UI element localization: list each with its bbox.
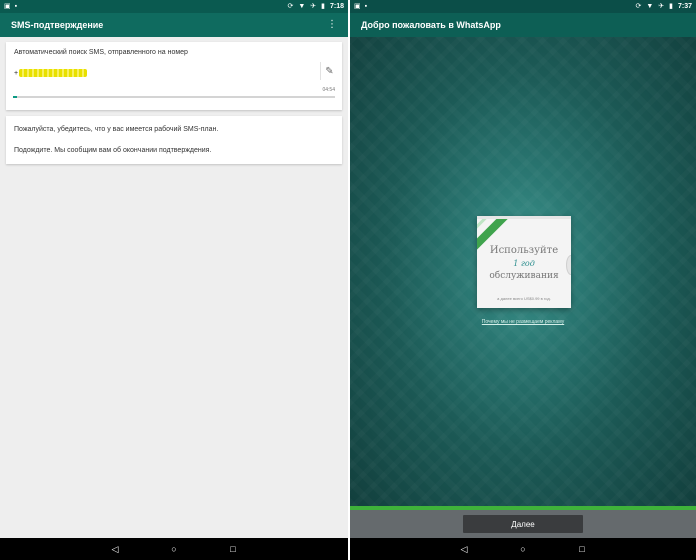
next-button[interactable]: Далее <box>463 515 583 533</box>
progress-fill <box>13 96 17 98</box>
promo-line2: 1 год <box>513 259 535 268</box>
airplane-icon: ✈ <box>658 3 665 10</box>
phone-number: + <box>14 68 88 78</box>
box-flap <box>566 255 571 275</box>
nav-bar: ◁ ○ □ <box>350 538 696 560</box>
status-bar: ▣ ▪ ⟳ ▼ ✈ ▮ 7:37 <box>350 0 696 13</box>
message-icon: ▪ <box>364 3 368 10</box>
wifi-icon: ▼ <box>646 3 654 10</box>
app-bar: SMS-подтверждение ⋮ <box>0 13 348 37</box>
app-bar: Добро пожаловать в WhatsApp <box>350 13 696 37</box>
page-title: SMS-подтверждение <box>11 20 104 30</box>
promo-line3: обслуживания <box>489 271 559 281</box>
info-card: Пожалуйста, убедитесь, что у вас имеется… <box>6 116 342 164</box>
promo-price: а далее всего US$0.99 в год. <box>497 296 551 301</box>
sync-icon: ⟳ <box>287 3 294 10</box>
nav-bar: ◁ ○ □ <box>0 538 348 560</box>
promo-line1: Используйте <box>489 245 559 256</box>
recents-icon[interactable]: □ <box>227 544 239 554</box>
page-title: Добро пожаловать в WhatsApp <box>361 20 501 30</box>
wait-text: Подождите. Мы сообщим вам об окончании п… <box>14 147 212 154</box>
status-bar: ▣ ▪ ⟳ ▼ ✈ ▮ 7:18 <box>0 0 348 13</box>
status-time: 7:37 <box>677 3 692 10</box>
home-icon[interactable]: ○ <box>168 544 180 554</box>
back-icon[interactable]: ◁ <box>458 544 470 554</box>
bottom-panel: Далее <box>350 510 696 538</box>
sms-verification-screen: ▣ ▪ ⟳ ▼ ✈ ▮ 7:18 SMS-подтверждение ⋮ Авт… <box>0 0 348 560</box>
no-ads-link[interactable]: Почему мы не размещаем рекламу <box>350 319 696 325</box>
notification-icon: ▣ <box>4 3 11 10</box>
welcome-screen: ▣ ▪ ⟳ ▼ ✈ ▮ 7:37 Добро пожаловать в What… <box>350 0 696 560</box>
home-icon[interactable]: ○ <box>517 544 529 554</box>
battery-icon: ▮ <box>321 3 325 10</box>
recents-icon[interactable]: □ <box>576 544 588 554</box>
sms-search-text: Автоматический поиск SMS, отправленного … <box>14 49 188 56</box>
progress-bar <box>13 96 335 98</box>
sms-search-card: Автоматический поиск SMS, отправленного … <box>6 42 342 110</box>
phone-number-redacted <box>19 69 88 77</box>
wifi-icon: ▼ <box>298 3 306 10</box>
message-icon: ▪ <box>14 3 18 10</box>
phone-prefix: + <box>14 69 19 77</box>
sms-plan-text: Пожалуйста, убедитесь, что у вас имеется… <box>14 126 219 133</box>
airplane-icon: ✈ <box>310 3 317 10</box>
back-icon[interactable]: ◁ <box>109 544 121 554</box>
status-time: 7:18 <box>329 3 344 10</box>
sync-icon: ⟳ <box>635 3 642 10</box>
notification-icon: ▣ <box>354 3 361 10</box>
edit-number-button[interactable]: ✎ <box>320 62 338 80</box>
more-vert-icon[interactable]: ⋮ <box>327 20 337 30</box>
battery-icon: ▮ <box>669 3 673 10</box>
pencil-icon: ✎ <box>325 65 334 77</box>
promo-box[interactable]: Используйте 1 год обслуживания а далее в… <box>477 216 571 308</box>
countdown-timer: 04:54 <box>322 87 335 93</box>
